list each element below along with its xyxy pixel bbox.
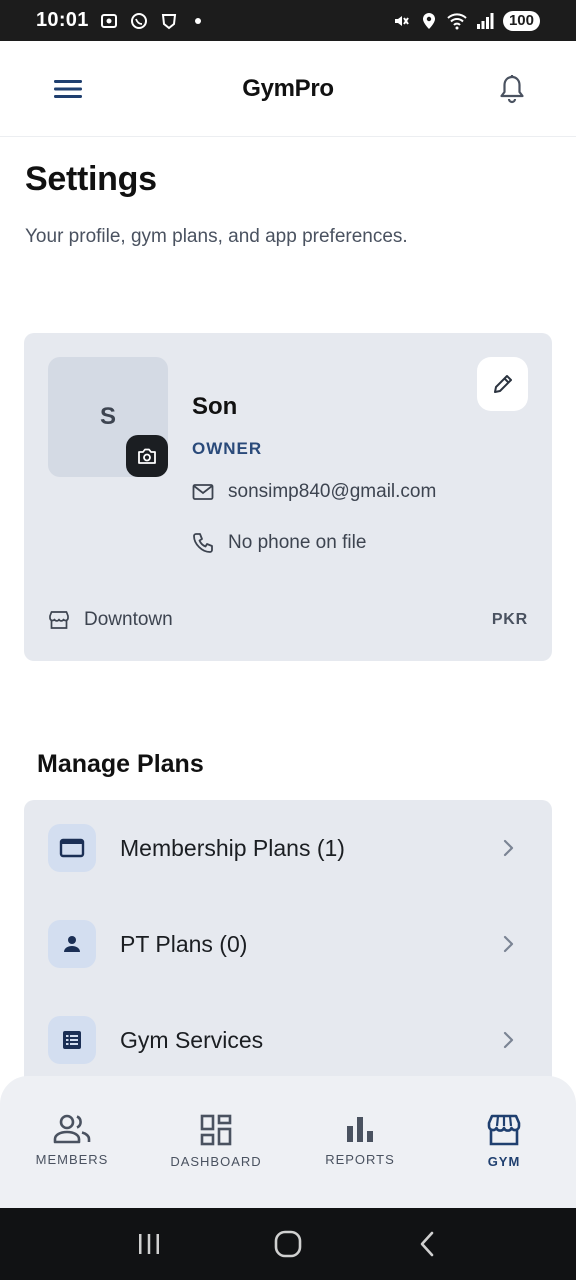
chevron-right-icon	[496, 836, 520, 860]
menu-icon	[54, 79, 82, 98]
plan-label: Gym Services	[120, 1026, 264, 1053]
wifi-icon	[447, 11, 467, 31]
profile-phone-row: No phone on file	[192, 532, 366, 554]
nav-label: REPORTS	[325, 1152, 395, 1167]
bell-icon	[500, 74, 524, 103]
phone-icon	[193, 533, 213, 553]
nav-gym[interactable]: GYM	[432, 1114, 576, 1169]
edit-profile-button[interactable]	[477, 357, 528, 411]
members-icon	[53, 1114, 91, 1144]
list-icon	[48, 1016, 96, 1064]
home-icon	[274, 1230, 302, 1258]
manage-plans-title: Manage Plans	[37, 750, 204, 778]
notification-dot-icon	[194, 17, 201, 24]
recent-apps-button[interactable]	[129, 1224, 169, 1264]
back-icon	[420, 1231, 433, 1257]
profile-role: OWNER	[192, 439, 263, 458]
profile-name: Son	[192, 393, 238, 420]
profile-phone: No phone on file	[228, 532, 367, 553]
nav-dashboard[interactable]: DASHBOARD	[144, 1114, 288, 1169]
recents-icon	[139, 1234, 160, 1254]
status-bar: 10:01 100	[0, 0, 576, 41]
plan-item-pt[interactable]: PT Plans (0)	[24, 896, 552, 992]
status-left: 10:01	[36, 9, 201, 32]
pencil-icon	[493, 375, 512, 393]
camera-icon	[138, 448, 156, 464]
screenshot-icon	[99, 11, 119, 31]
nav-label: MEMBERS	[35, 1152, 109, 1167]
home-button[interactable]	[268, 1224, 308, 1264]
reports-icon	[347, 1117, 373, 1142]
status-time: 10:01	[36, 9, 89, 31]
profile-location: Downtown	[48, 609, 173, 631]
page-subtitle: Your profile, gym plans, and app prefere…	[25, 226, 408, 247]
mute-icon	[391, 11, 411, 31]
profile-currency: PKR	[491, 611, 528, 628]
signal-icon	[475, 11, 495, 31]
menu-button[interactable]	[52, 73, 84, 105]
card-icon	[48, 824, 96, 872]
profile-email: sonsimp840@gmail.com	[228, 481, 437, 502]
nav-reports[interactable]: REPORTS	[288, 1114, 432, 1167]
profile-footer: Downtown PKR	[48, 609, 528, 631]
profile-location-label: Downtown	[84, 609, 173, 630]
bottom-nav: MEMBERS DASHBOARD REPORTS GYM	[0, 1076, 576, 1208]
dashboard-icon	[200, 1114, 232, 1146]
plan-item-membership[interactable]: Membership Plans (1)	[24, 800, 552, 896]
profile-card: S Son OWNER sonsimp840@gmail.com No phon…	[24, 333, 552, 661]
gym-icon	[487, 1114, 521, 1146]
back-button[interactable]	[407, 1224, 447, 1264]
chevron-right-icon	[496, 1028, 520, 1052]
nav-members[interactable]: MEMBERS	[0, 1114, 144, 1167]
plan-label: PT Plans (0)	[120, 930, 248, 957]
person-icon	[48, 920, 96, 968]
nav-label: DASHBOARD	[170, 1154, 262, 1169]
chevron-right-icon	[496, 932, 520, 956]
avatar-initial: S	[99, 403, 116, 430]
page-title: Settings	[25, 160, 157, 198]
plans-list: Membership Plans (1) PT Plans (0) Gym Se…	[24, 800, 552, 1100]
system-nav-bar	[0, 1208, 576, 1280]
battery-indicator: 100	[502, 10, 540, 31]
notifications-button[interactable]	[496, 73, 528, 105]
app-bar: GymPro	[0, 41, 576, 137]
plan-label: Membership Plans (1)	[120, 834, 345, 861]
profile-email-row: sonsimp840@gmail.com	[192, 481, 436, 503]
store-icon	[49, 611, 69, 629]
change-photo-button[interactable]	[126, 435, 168, 477]
app-title: GymPro	[242, 74, 334, 102]
whatsapp-icon	[129, 11, 149, 31]
mail-icon	[192, 484, 214, 500]
location-icon	[419, 11, 439, 31]
brave-icon	[159, 11, 179, 31]
plan-item-services[interactable]: Gym Services	[24, 992, 552, 1088]
nav-label: GYM	[487, 1154, 521, 1169]
status-right: 100	[391, 10, 540, 31]
